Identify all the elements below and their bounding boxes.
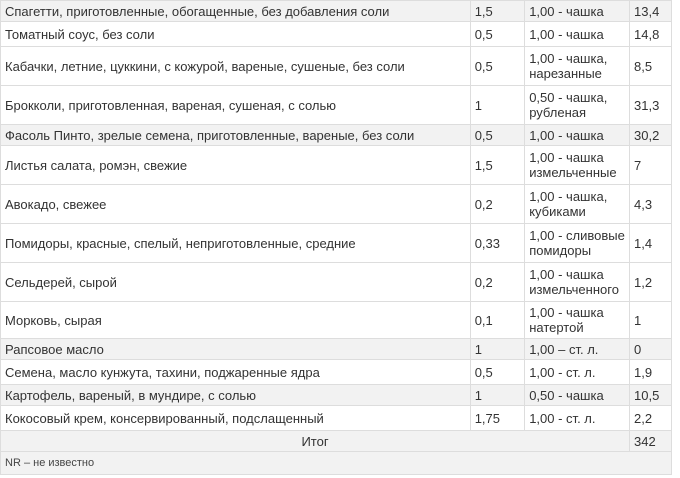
value-cell: 8,5 (629, 46, 672, 86)
measure-cell: 1,00 – ст. л. (524, 338, 631, 360)
value-cell: 14,8 (629, 21, 672, 47)
amount-cell: 0,2 (469, 184, 526, 224)
amount-cell: 0,2 (469, 262, 526, 302)
value-cell: 1 (629, 301, 672, 339)
measure-cell: 1,00 - чашка (524, 124, 631, 146)
footnote-row: NR – не известно (0, 451, 672, 475)
measure-cell: 1,00 - сливовые помидоры (524, 223, 631, 263)
nutrition-table: Спагетти, приготовленные, обогащенные, б… (0, 0, 672, 475)
food-cell: Спагетти, приготовленные, обогащенные, б… (0, 0, 471, 22)
food-cell: Рапсовое масло (0, 338, 471, 360)
measure-cell: 1,00 - ст. л. (524, 405, 631, 431)
table-row: Фасоль Пинто, зрелые семена, приготовлен… (0, 124, 672, 146)
table-row: Листья салата, ромэн, свежие 1,5 1,00 - … (0, 145, 672, 185)
measure-cell: 0,50 - чашка (524, 384, 631, 406)
value-cell: 13,4 (629, 0, 672, 22)
food-cell: Листья салата, ромэн, свежие (0, 145, 471, 185)
food-cell: Сельдерей, сырой (0, 262, 471, 302)
food-cell: Семена, масло кунжута, тахини, поджаренн… (0, 359, 471, 385)
amount-cell: 1 (469, 338, 526, 360)
table-row: Брокколи, приготовленная, вареная, сушен… (0, 85, 672, 125)
value-cell: 1,4 (629, 223, 672, 263)
total-label: Итог (0, 430, 631, 452)
value-cell: 2,2 (629, 405, 672, 431)
measure-cell: 1,00 - ст. л. (524, 359, 631, 385)
food-cell: Картофель, вареный, в мундире, с солью (0, 384, 471, 406)
value-cell: 10,5 (629, 384, 672, 406)
amount-cell: 0,5 (469, 359, 526, 385)
amount-cell: 1,5 (469, 145, 526, 185)
value-cell: 4,3 (629, 184, 672, 224)
amount-cell: 0,33 (469, 223, 526, 263)
table-row: Морковь, сырая 0,1 1,00 - чашка натертой… (0, 301, 672, 339)
value-cell: 1,9 (629, 359, 672, 385)
food-cell: Кокосовый крем, консервированный, подсла… (0, 405, 471, 431)
table-row: Рапсовое масло 1 1,00 – ст. л. 0 (0, 338, 672, 360)
total-row: Итог 342 (0, 430, 672, 452)
table-row: Кабачки, летние, цуккини, с кожурой, вар… (0, 46, 672, 86)
value-cell: 7 (629, 145, 672, 185)
amount-cell: 1,5 (469, 0, 526, 22)
food-cell: Авокадо, свежее (0, 184, 471, 224)
food-cell: Брокколи, приготовленная, вареная, сушен… (0, 85, 471, 125)
measure-cell: 1,00 - чашка, кубиками (524, 184, 631, 224)
total-value: 342 (629, 430, 672, 452)
table-row: Спагетти, приготовленные, обогащенные, б… (0, 0, 672, 22)
table-row: Кокосовый крем, консервированный, подсла… (0, 405, 672, 431)
amount-cell: 1 (469, 85, 526, 125)
food-cell: Помидоры, красные, спелый, неприготовлен… (0, 223, 471, 263)
value-cell: 31,3 (629, 85, 672, 125)
value-cell: 1,2 (629, 262, 672, 302)
amount-cell: 1,75 (469, 405, 526, 431)
measure-cell: 0,50 - чашка, рубленая (524, 85, 631, 125)
measure-cell: 1,00 - чашка (524, 0, 631, 22)
value-cell: 0 (629, 338, 672, 360)
table-row: Семена, масло кунжута, тахини, поджаренн… (0, 359, 672, 385)
measure-cell: 1,00 - чашка измельченные (524, 145, 631, 185)
food-cell: Фасоль Пинто, зрелые семена, приготовлен… (0, 124, 471, 146)
amount-cell: 0,5 (469, 124, 526, 146)
amount-cell: 0,1 (469, 301, 526, 339)
measure-cell: 1,00 - чашка измельченного (524, 262, 631, 302)
measure-cell: 1,00 - чашка натертой (524, 301, 631, 339)
table-row: Помидоры, красные, спелый, неприготовлен… (0, 223, 672, 263)
table-row: Картофель, вареный, в мундире, с солью 1… (0, 384, 672, 406)
amount-cell: 0,5 (469, 21, 526, 47)
amount-cell: 1 (469, 384, 526, 406)
footnote: NR – не известно (0, 451, 672, 475)
food-cell: Томатный соус, без соли (0, 21, 471, 47)
measure-cell: 1,00 - чашка, нарезанные (524, 46, 631, 86)
amount-cell: 0,5 (469, 46, 526, 86)
table-row: Томатный соус, без соли 0,5 1,00 - чашка… (0, 21, 672, 47)
food-cell: Кабачки, летние, цуккини, с кожурой, вар… (0, 46, 471, 86)
table-row: Авокадо, свежее 0,2 1,00 - чашка, кубика… (0, 184, 672, 224)
measure-cell: 1,00 - чашка (524, 21, 631, 47)
value-cell: 30,2 (629, 124, 672, 146)
table-row: Сельдерей, сырой 0,2 1,00 - чашка измель… (0, 262, 672, 302)
food-cell: Морковь, сырая (0, 301, 471, 339)
